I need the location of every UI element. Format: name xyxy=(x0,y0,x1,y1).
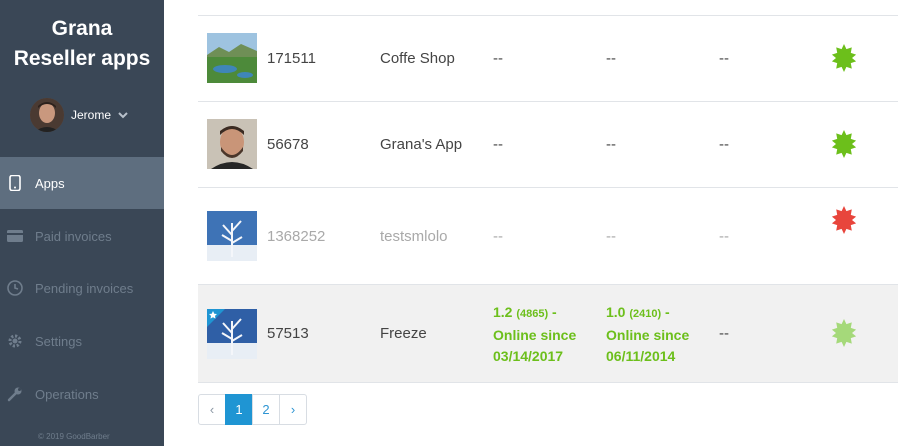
app-id: 56678 xyxy=(267,136,309,153)
status-badge-icon xyxy=(831,130,857,158)
table-row[interactable]: 1368252 testsmlolo -- -- -- xyxy=(198,188,898,285)
nav-item-operations[interactable]: Operations xyxy=(0,368,164,420)
app-thumbnail xyxy=(207,309,257,359)
status-badge-icon xyxy=(831,319,857,347)
android-version: 1.0 (2410) - Online since 06/11/2014 xyxy=(606,302,689,367)
ios-version: 1.2 (4865) - Online since 03/14/2017 xyxy=(493,302,576,367)
status-badge-icon xyxy=(831,44,857,72)
nav-item-label: Paid invoices xyxy=(35,228,112,244)
app-name[interactable]: Freeze xyxy=(380,325,427,342)
ios-online-label: Online since xyxy=(493,327,577,343)
web-status: -- xyxy=(719,50,729,67)
android-version-number: 1.0 xyxy=(606,304,626,320)
page-button-2[interactable]: 2 xyxy=(252,394,280,425)
chevron-down-icon xyxy=(118,112,128,119)
next-page-button[interactable]: › xyxy=(279,394,307,425)
ios-version-number: 1.2 xyxy=(493,304,513,320)
ios-build: (4865) xyxy=(516,308,549,320)
credit-card-icon xyxy=(7,228,23,244)
app-id: 1368252 xyxy=(267,228,326,245)
android-status: -- xyxy=(606,228,616,245)
ios-separator: - xyxy=(548,304,557,320)
app-thumbnail xyxy=(207,33,257,83)
android-status: -- xyxy=(606,136,616,153)
ios-online-date: 03/14/2017 xyxy=(493,348,564,364)
android-separator: - xyxy=(661,304,670,320)
brand-line-2: Reseller apps xyxy=(13,47,151,70)
nav-item-apps[interactable]: Apps xyxy=(0,157,164,209)
wrench-icon xyxy=(7,386,23,402)
table-row[interactable]: 57513 Freeze 1.2 (4865) - Online since 0… xyxy=(198,285,898,383)
app-id: 171511 xyxy=(267,50,316,67)
gear-icon xyxy=(7,333,23,349)
nav-item-settings[interactable]: Settings xyxy=(0,315,164,367)
nav-item-label: Settings xyxy=(35,333,82,349)
prev-page-button[interactable]: ‹ xyxy=(198,394,226,425)
page-button-1[interactable]: 1 xyxy=(225,394,253,425)
web-status: -- xyxy=(719,325,729,342)
ios-status: -- xyxy=(493,50,503,67)
android-online-date: 06/11/2014 xyxy=(606,348,676,364)
ios-status: -- xyxy=(493,228,503,245)
status-badge-icon xyxy=(831,206,857,234)
phone-icon xyxy=(7,175,23,191)
sidebar: Grana Reseller apps Jerome Apps Paid inv… xyxy=(0,0,164,446)
app-thumbnail xyxy=(207,119,257,169)
table-row[interactable]: 56678 Grana's App -- -- -- xyxy=(198,102,898,188)
app-thumbnail xyxy=(207,211,257,261)
pagination: ‹ 1 2 › xyxy=(198,394,307,425)
user-name: Jerome xyxy=(71,108,112,122)
app-name[interactable]: Coffe Shop xyxy=(380,50,455,67)
nav-item-pending-invoices[interactable]: Pending invoices xyxy=(0,262,164,314)
copyright: © 2019 GoodBarber xyxy=(38,432,110,441)
android-build: (2410) xyxy=(629,308,662,320)
nav-item-paid-invoices[interactable]: Paid invoices xyxy=(0,210,164,262)
nav-item-label: Pending invoices xyxy=(35,280,134,296)
android-online-label: Online since xyxy=(606,327,690,343)
nav-item-label: Operations xyxy=(35,386,99,402)
app-id: 57513 xyxy=(267,325,309,342)
app-name[interactable]: Grana's App xyxy=(380,136,462,153)
app-name[interactable]: testsmlolo xyxy=(380,228,448,245)
clock-icon xyxy=(7,280,23,296)
web-status: -- xyxy=(719,136,729,153)
web-status: -- xyxy=(719,228,729,245)
android-status: -- xyxy=(606,50,616,67)
brand-line-1: Grana xyxy=(51,17,113,40)
user-menu[interactable]: Jerome xyxy=(30,97,129,133)
nav-item-label: Apps xyxy=(35,175,65,191)
ios-status: -- xyxy=(493,136,503,153)
brand-title: Grana Reseller apps xyxy=(0,14,164,74)
table-row[interactable]: 171511 Coffe Shop -- -- -- xyxy=(198,16,898,102)
user-avatar xyxy=(30,98,64,132)
